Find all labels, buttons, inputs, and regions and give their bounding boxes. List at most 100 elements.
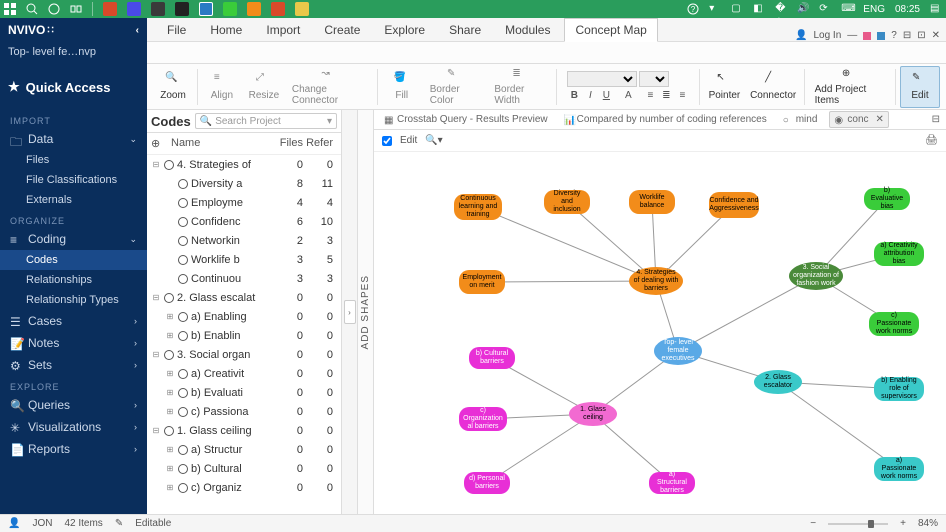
search-dropdown-icon[interactable]: ▾ [327,116,332,127]
code-row[interactable]: ⊞c) Passiona00 [147,402,341,421]
code-radio[interactable] [164,160,174,170]
tab-explore[interactable]: Explore [374,19,435,41]
app-icon-1[interactable] [103,2,117,16]
code-row[interactable]: ⊞a) Enabling00 [147,307,341,326]
code-row[interactable]: ⊟2. Glass escalat00 [147,288,341,307]
code-radio[interactable] [164,426,174,436]
code-row[interactable]: Continuou33 [147,269,341,288]
help-icon[interactable]: ? [687,3,699,15]
search-input[interactable]: 🔍 Search Project ▾ [195,113,337,129]
expand-icon[interactable]: ⊟ [151,426,161,435]
map-node[interactable]: Confidence and Aggressiveness [709,192,759,218]
map-node[interactable]: 4. Strategies of dealing with barriers [629,267,683,295]
sidebar-item-reports[interactable]: 📄Reports› [0,438,147,460]
code-row[interactable]: ⊞a) Creativit00 [147,364,341,383]
expand-panel-icon[interactable]: › [344,300,356,324]
tray-icon-2[interactable]: ◧ [753,3,765,15]
app-icon-5[interactable] [223,2,237,16]
print-icon[interactable]: 🖨 [925,135,938,146]
code-radio[interactable] [178,445,188,455]
sidebar-item-file-class[interactable]: File Classifications [0,170,147,190]
chevron-down-icon[interactable]: ▾ [709,3,721,15]
map-node[interactable]: a) Passionate work norms [874,457,924,481]
search-icon[interactable] [26,3,38,15]
code-row[interactable]: Employme44 [147,193,341,212]
panel-menu-icon[interactable]: ⊟ [932,114,940,125]
sidebar-item-sets[interactable]: ⚙Sets› [0,354,147,376]
map-node[interactable]: d) Personal barriers [464,472,510,494]
map-node[interactable]: b) Cultural barriers [469,347,515,369]
zoom-slider[interactable] [828,523,888,525]
align-center-button[interactable]: ≣ [659,89,673,103]
tab-import[interactable]: Import [256,19,310,41]
sidebar-item-externals[interactable]: Externals [0,190,147,210]
clock[interactable]: 08:25 [895,4,920,15]
font-size-select[interactable] [639,71,669,87]
sidebar-item-codes[interactable]: Codes [0,250,147,270]
map-node[interactable]: a) Structural barriers [649,472,695,494]
code-radio[interactable] [178,464,188,474]
sidebar-item-relationships[interactable]: Relationships [0,270,147,290]
rb-ico1[interactable] [863,32,871,40]
fill-button[interactable]: 🪣Fill [382,66,422,108]
sidebar-item-queries[interactable]: 🔍Queries› [0,394,147,416]
map-node[interactable]: Top- level female executives [654,337,702,365]
code-row[interactable]: ⊞b) Cultural00 [147,459,341,478]
change-connector-button[interactable]: ↝Change Connector [286,66,373,108]
font-name-select[interactable] [567,71,637,87]
expand-icon[interactable]: ⊞ [165,483,175,492]
app-icon-3[interactable] [151,2,165,16]
close-tab-icon[interactable]: ✕ [876,114,884,125]
align-left-button[interactable]: ≡ [643,89,657,103]
code-row[interactable]: ⊞c) Organiz00 [147,478,341,497]
map-node[interactable]: c) Passionate work norms [869,312,919,336]
cortana-icon[interactable] [48,3,60,15]
edit-button[interactable]: ✎Edit [900,66,940,108]
volume-icon[interactable]: 🔊 [797,3,809,15]
code-radio[interactable] [178,217,188,227]
sidebar-item-visualizations[interactable]: ✳Visualizations› [0,416,147,438]
zoom-button[interactable]: 🔍Zoom [153,66,193,108]
sidebar-item-files[interactable]: Files [0,150,147,170]
code-radio[interactable] [178,198,188,208]
app-icon-nvivo[interactable] [199,2,213,16]
canvas-tab-0[interactable]: ▦Crosstab Query - Results Preview [380,112,552,127]
rb-help[interactable]: ? [891,30,897,41]
canvas-tab-3[interactable]: ◉conc✕ [829,111,889,128]
code-radio[interactable] [178,388,188,398]
rb-dash[interactable]: — [847,30,857,41]
underline-button[interactable]: U [599,89,613,103]
col-refer[interactable]: Refer [303,137,337,150]
map-node[interactable]: Continuous learning and training [454,194,502,220]
code-row[interactable]: ⊟3. Social organ00 [147,345,341,364]
map-node[interactable]: 2. Glass escalator [754,370,802,394]
code-row[interactable]: ⊞b) Evaluati00 [147,383,341,402]
sidebar-item-rel-types[interactable]: Relationship Types [0,290,147,310]
code-row[interactable]: Worklife b35 [147,250,341,269]
quick-access[interactable]: ★ Quick Access [0,64,147,110]
windows-icon[interactable] [4,3,16,15]
connector-button[interactable]: ╱Connector [747,66,800,108]
map-node[interactable]: a) Creativity attribution bias [874,242,924,266]
expand-icon[interactable]: ⊞ [165,464,175,473]
map-node[interactable]: 1. Glass ceiling [569,402,617,426]
app-icon-7[interactable] [271,2,285,16]
col-files[interactable]: Files [271,137,303,150]
code-row[interactable]: Confidenc610 [147,212,341,231]
rb-max[interactable]: ⊡ [917,30,925,41]
code-radio[interactable] [178,483,188,493]
tab-home[interactable]: Home [200,19,252,41]
sidebar-item-coding[interactable]: ≡Coding⌄ [0,228,147,250]
code-radio[interactable] [164,350,174,360]
map-node[interactable]: c) Organization al barriers [459,407,507,431]
sidebar-item-data[interactable]: 🗀Data⌄ [0,128,147,150]
zoom-in-button[interactable]: + [900,518,906,529]
expand-icon[interactable]: ⊟ [151,160,161,169]
code-row[interactable]: Diversity a811 [147,174,341,193]
canvas-tab-2[interactable]: ○mind [779,112,822,127]
col-name[interactable]: Name [171,137,271,150]
bold-button[interactable]: B [567,89,581,103]
taskview-icon[interactable] [70,3,82,15]
tab-concept-map[interactable]: Concept Map [564,18,657,42]
code-radio[interactable] [178,179,188,189]
